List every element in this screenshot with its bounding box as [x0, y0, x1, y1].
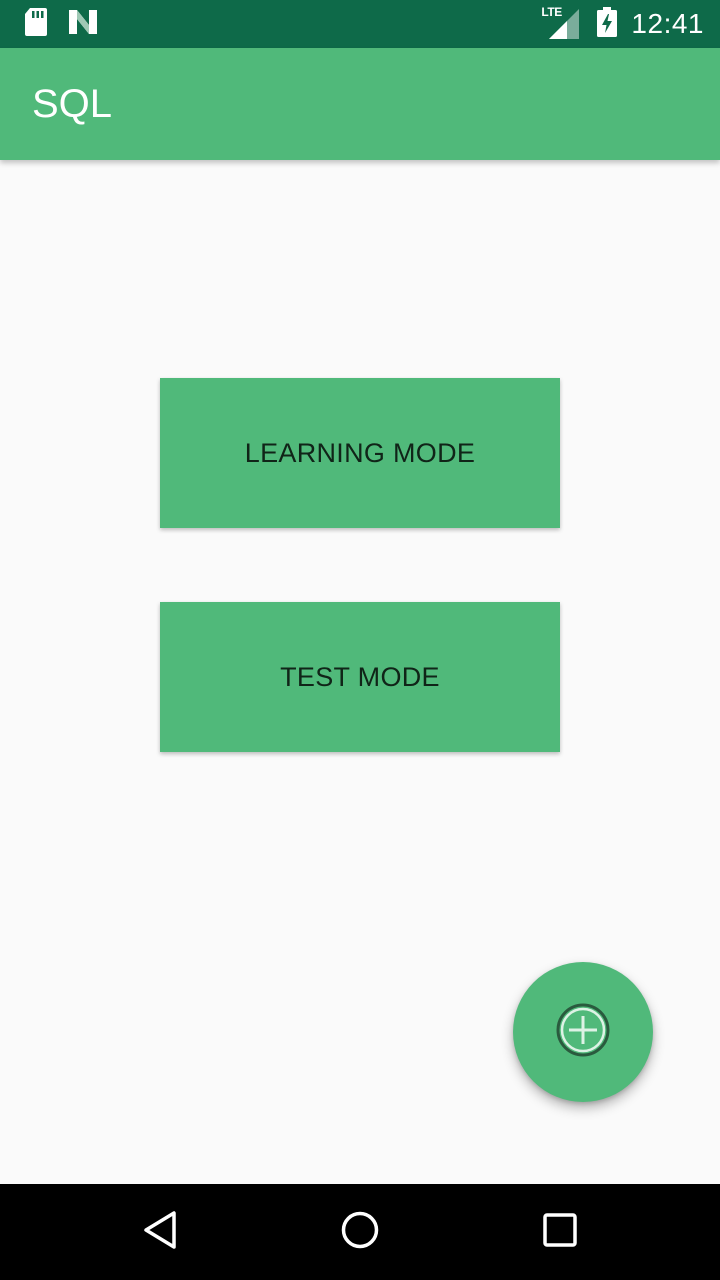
recents-icon: [542, 1212, 578, 1253]
status-bar: LTE 12:41: [0, 0, 720, 48]
status-time: 12:41: [631, 8, 704, 39]
recents-button[interactable]: [500, 1184, 620, 1280]
status-right-icons: LTE 12:41: [541, 0, 704, 48]
add-fab-button[interactable]: [513, 962, 653, 1102]
add-circle-icon: [555, 1002, 611, 1063]
app-title: SQL: [32, 82, 113, 126]
n-notification-icon: [68, 9, 98, 40]
app-bar: SQL: [0, 48, 720, 160]
learning-mode-label: LEARNING MODE: [244, 437, 476, 468]
back-icon: [142, 1210, 178, 1255]
network-label: LTE: [541, 5, 562, 19]
back-button[interactable]: [100, 1184, 220, 1280]
test-mode-label: TEST MODE: [280, 661, 440, 692]
status-left-icons: [24, 0, 98, 48]
home-icon: [340, 1210, 380, 1255]
navigation-bar: [0, 1184, 720, 1280]
learning-mode-button[interactable]: LEARNING MODE: [160, 378, 560, 528]
test-mode-button[interactable]: TEST MODE: [160, 602, 560, 752]
screen: LTE 12:41 SQL LEARNING MODE TEST MODE: [0, 0, 720, 1280]
lte-signal-icon: LTE: [541, 5, 581, 41]
sd-card-icon: [24, 7, 48, 42]
battery-charging-icon: [597, 6, 618, 42]
home-button[interactable]: [300, 1184, 420, 1280]
